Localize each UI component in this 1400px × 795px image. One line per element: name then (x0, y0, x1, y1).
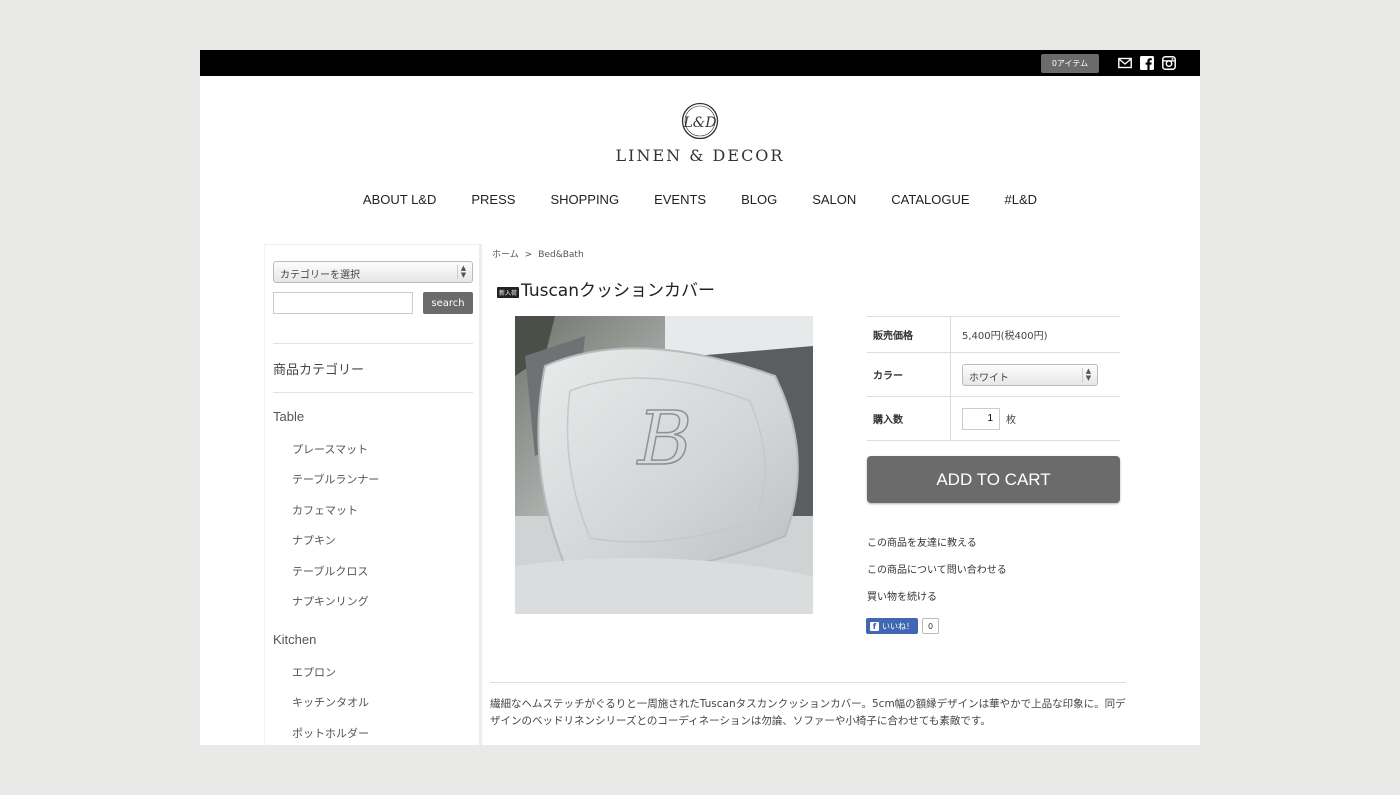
category-item[interactable]: テーブルランナー (292, 471, 379, 487)
category-item[interactable]: カフェマット (292, 502, 358, 518)
breadcrumb-current[interactable]: Bed&Bath (538, 250, 583, 260)
category-item[interactable]: エプロン (292, 664, 336, 680)
logo-monogram-icon: L&D (681, 102, 719, 140)
category-group-kitchen[interactable]: Kitchen (273, 632, 316, 647)
select-arrows-icon: ▲ ▼ (1082, 367, 1094, 382)
nav-item-blog[interactable]: BLOG (741, 192, 777, 207)
nav-item-about[interactable]: ABOUT L&D (363, 192, 436, 207)
add-to-cart-button[interactable]: ADD TO CART (867, 456, 1120, 503)
tell-friend-link[interactable]: この商品を友達に教える (867, 534, 977, 549)
nav-item-events[interactable]: EVENTS (654, 192, 706, 207)
breadcrumb-separator: > (524, 250, 533, 260)
product-image[interactable]: B (515, 316, 813, 614)
facebook-icon: f (870, 621, 879, 631)
color-select[interactable]: ホワイト ▲ ▼ (962, 363, 1098, 386)
new-arrival-badge: 新入荷 (497, 287, 520, 298)
product-title-row: 新入荷 Tuscanクッションカバー (497, 276, 715, 301)
breadcrumb-home[interactable]: ホーム (492, 250, 519, 260)
main-nav: ABOUT L&D PRESS SHOPPING EVENTS BLOG SAL… (200, 192, 1200, 207)
category-group-table[interactable]: Table (273, 409, 304, 424)
category-item[interactable]: テーブルクロス (292, 563, 368, 579)
price-label: 販売価格 (867, 317, 951, 352)
color-label: カラー (867, 353, 951, 396)
qty-label: 購入数 (867, 397, 951, 440)
cart-count-button[interactable]: 0アイテム (1041, 54, 1099, 73)
category-item[interactable]: キッチンタオル (292, 694, 369, 710)
nav-item-press[interactable]: PRESS (471, 192, 515, 207)
search-button[interactable]: search (423, 292, 473, 314)
continue-shopping-link[interactable]: 買い物を続ける (867, 588, 937, 603)
quantity-input[interactable] (962, 407, 1000, 430)
spec-row-price: 販売価格 5,400円(税400円) (867, 317, 1120, 353)
nav-item-catalogue[interactable]: CATALOGUE (891, 192, 969, 207)
category-item[interactable]: ポットホルダー (292, 725, 369, 741)
facebook-like-button[interactable]: f いいね！ (866, 618, 918, 634)
instagram-icon[interactable] (1162, 56, 1176, 70)
category-item[interactable]: プレースマット (292, 441, 368, 457)
category-item[interactable]: ナプキンリング (292, 593, 369, 609)
qty-unit: 枚 (1006, 415, 1016, 426)
breadcrumb: ホーム > Bed&Bath (492, 247, 584, 260)
svg-text:L&D: L&D (683, 115, 717, 131)
spec-row-qty: 購入数 枚 (867, 397, 1120, 441)
color-value-cell: ホワイト ▲ ▼ (951, 353, 1120, 396)
logo-text: LINEN & DECOR (615, 146, 785, 165)
facebook-like-label: いいね！ (882, 621, 914, 631)
search-input[interactable] (273, 292, 413, 314)
site-logo[interactable]: L&D LINEN & DECOR (200, 102, 1200, 165)
product-title: Tuscanクッションカバー (521, 281, 715, 301)
facebook-like: f いいね！ 0 (866, 618, 940, 634)
category-select[interactable]: カテゴリーを選択 ▲ ▼ (273, 261, 473, 283)
qty-value-cell: 枚 (951, 397, 1120, 440)
select-arrows-icon: ▲ ▼ (457, 265, 469, 279)
price-value: 5,400円(税400円) (962, 331, 1048, 342)
nav-item-shopping[interactable]: SHOPPING (550, 192, 619, 207)
divider (273, 343, 473, 344)
svg-text:B: B (636, 396, 692, 482)
product-spec-table: 販売価格 5,400円(税400円) カラー ホワイト ▲▼ 購入数 枚 (867, 316, 1120, 441)
color-select-value: ホワイト (969, 372, 1009, 384)
category-select-label: カテゴリーを選択 (280, 270, 360, 281)
facebook-like-count: 0 (922, 618, 940, 634)
divider (490, 682, 1126, 683)
sidebar: カテゴリーを選択 ▲ ▼ search 商品カテゴリー Table プレースマット… (264, 244, 482, 745)
nav-item-hashtag[interactable]: #L&D (1005, 192, 1038, 207)
facebook-icon[interactable] (1140, 56, 1154, 70)
spec-row-color: カラー ホワイト ▲ ▼ (867, 353, 1120, 397)
category-item[interactable]: ナプキン (292, 532, 336, 548)
divider (273, 392, 473, 393)
product-description: 繊細なヘムステッチがぐるりと一周施されたTuscanタスカンクッションカバー。5… (490, 698, 1126, 727)
page: 0アイテム L&D LINEN & DECOR ABOUT L&D PRESS … (200, 50, 1200, 745)
inquiry-link[interactable]: この商品について問い合わせる (867, 561, 1007, 576)
top-bar: 0アイテム (200, 50, 1200, 76)
mail-icon[interactable] (1118, 56, 1132, 70)
category-heading: 商品カテゴリー (273, 363, 365, 378)
nav-item-salon[interactable]: SALON (812, 192, 856, 207)
